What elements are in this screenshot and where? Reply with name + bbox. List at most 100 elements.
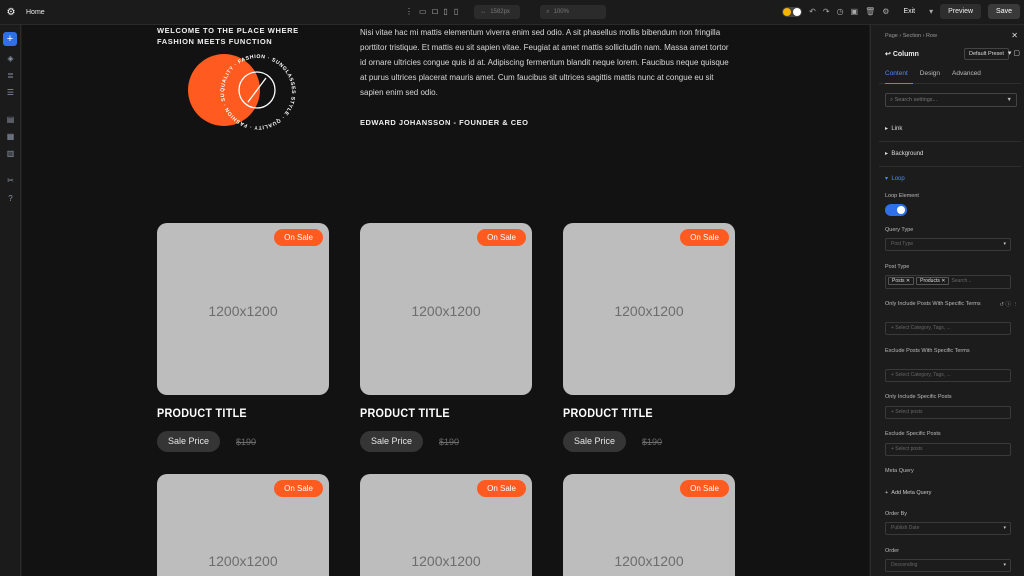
add-element-button[interactable]: + (3, 32, 17, 46)
product-image[interactable]: 1200x1200 On Sale (563, 474, 735, 576)
top-toolbar: ⚙ Home ⋮ ▭ □ ▯ ▯ ↔ 1582px ⌕ 100% ↶ ↷ ◷ ▣ 🗑… (0, 0, 1024, 25)
theme-toggle[interactable] (782, 6, 803, 17)
divider (879, 166, 1021, 167)
templates-icon[interactable]: ▦ (5, 131, 16, 142)
layers-icon[interactable]: ◈ (5, 53, 16, 64)
product-title[interactable]: PRODUCT TITLE (360, 406, 515, 420)
help-icon[interactable]: ? (5, 193, 16, 204)
price-row: Sale Price $190 (157, 431, 329, 452)
product-title[interactable]: PRODUCT TITLE (157, 406, 312, 420)
product-image[interactable]: 1200x1200 On Sale (157, 223, 329, 395)
loop-element-toggle[interactable] (885, 204, 907, 216)
save-button[interactable]: Save (988, 4, 1020, 19)
on-sale-badge: On Sale (477, 229, 526, 246)
chevron-down-icon: ▾ (1003, 241, 1006, 247)
phone-icon[interactable]: ▯ (454, 5, 458, 19)
save-file-icon[interactable]: ▣ (851, 5, 859, 19)
on-sale-badge: On Sale (477, 480, 526, 497)
product-card[interactable]: 1200x1200 On Sale PRODUCT TITLE Sale Pri… (563, 223, 735, 452)
only-terms-input[interactable]: + Select Category, Tags, ... (885, 322, 1011, 335)
settings-icon[interactable]: ⚙ (882, 5, 889, 19)
exclude-terms-label: Exclude Posts With Specific Terms (885, 348, 970, 354)
settings-panel: Page › Section › Row ✕ ↩ Column Default … (870, 25, 1024, 576)
database-icon[interactable]: ≣ (5, 70, 16, 81)
sale-price: Sale Price (563, 431, 627, 452)
more-vertical-icon[interactable]: ⋮ (405, 5, 413, 19)
field-actions-icon[interactable]: ↺ ⓘ ⋮ (999, 300, 1018, 308)
trash-icon[interactable]: 🗑 (865, 5, 875, 19)
active-tab-indicator (885, 83, 913, 84)
chevron-right-icon: ▸ (885, 126, 889, 132)
price-row: Sale Price $190 (360, 431, 532, 452)
only-posts-input[interactable]: + Select posts (885, 406, 1011, 419)
order-select[interactable]: Descending ▾ (885, 559, 1011, 572)
chevron-right-icon: ▸ (885, 151, 889, 157)
settings-search-input[interactable]: ⌕ Search settings... ▼ (885, 93, 1017, 107)
back-arrow-icon[interactable]: ↩ (885, 51, 891, 58)
testimonial-author: EDWARD JOHANSSON - FOUNDER & CEO (360, 118, 529, 127)
exclude-posts-input[interactable]: + Select posts (885, 443, 1011, 456)
preset-select[interactable]: Default Preset (964, 48, 1009, 60)
add-meta-query-button[interactable]: + Add Meta Query (885, 489, 985, 497)
history-icon[interactable]: ◷ (837, 5, 844, 19)
product-card[interactable]: 1200x1200 On Sale (157, 474, 329, 576)
chip-products[interactable]: Products ✕ (916, 277, 950, 285)
order-by-select[interactable]: Publish Date ▾ (885, 522, 1011, 535)
gear-icon[interactable]: ⚙ (4, 5, 18, 19)
old-price: $190 (642, 436, 663, 447)
tab-advanced[interactable]: Advanced (952, 70, 981, 77)
tools-icon[interactable]: ✂ (5, 175, 16, 186)
tab-design[interactable]: Design (920, 70, 940, 77)
device-controls: ⋮ ▭ □ ▯ ▯ ↔ 1582px ⌕ 100% (405, 5, 607, 19)
product-title[interactable]: PRODUCT TITLE (563, 406, 718, 420)
product-image[interactable]: 1200x1200 On Sale (563, 223, 735, 395)
desktop-icon[interactable]: □ (433, 5, 438, 19)
product-card[interactable]: 1200x1200 On Sale (360, 474, 532, 576)
product-card[interactable]: 1200x1200 On Sale (563, 474, 735, 576)
only-posts-label: Only Include Specific Posts (885, 394, 952, 400)
panel-tabs: Content Design Advanced (885, 70, 981, 77)
order-label: Order (885, 548, 900, 554)
search-icon: ⌕ (546, 8, 550, 15)
undo-icon[interactable]: ↶ (809, 5, 816, 19)
chevron-down-icon[interactable]: ▾ (929, 5, 933, 19)
post-type-select[interactable]: Posts ✕ Products ✕ Search... (885, 275, 1011, 289)
on-sale-badge: On Sale (274, 229, 323, 246)
old-price: $190 (439, 436, 460, 447)
tablet-icon[interactable]: ▯ (443, 5, 447, 19)
filter-icon[interactable]: ▼ (1007, 94, 1012, 106)
breadcrumb[interactable]: Page › Section › Row (885, 33, 937, 39)
product-card[interactable]: 1200x1200 On Sale PRODUCT TITLE Sale Pri… (360, 223, 532, 452)
desktop-wide-icon[interactable]: ▭ (419, 5, 427, 19)
width-input[interactable]: ↔ 1582px (474, 5, 521, 19)
preview-button[interactable]: Preview (940, 4, 982, 19)
preset-options-icon[interactable]: ▾ ▢ (1008, 49, 1020, 57)
tab-content[interactable]: Content (885, 70, 908, 77)
product-image[interactable]: 1200x1200 On Sale (360, 474, 532, 576)
product-card[interactable]: 1200x1200 On Sale PRODUCT TITLE Sale Pri… (157, 223, 329, 452)
section-loop[interactable]: ▾ Loop (885, 175, 905, 182)
page-canvas: WELCOME TO THE PLACE WHERE FASHION MEETS… (22, 25, 869, 576)
loop-element-label: Loop Element (885, 193, 919, 199)
on-sale-badge: On Sale (274, 480, 323, 497)
sale-price: Sale Price (360, 431, 424, 452)
exclude-posts-label: Exclude Specific Posts (885, 431, 941, 437)
product-image[interactable]: 1200x1200 On Sale (360, 223, 532, 395)
exit-button[interactable]: Exit (896, 4, 922, 19)
zoom-input[interactable]: ⌕ 100% (540, 5, 607, 19)
redo-icon[interactable]: ↷ (823, 5, 830, 19)
sliders-icon[interactable]: ☰ (5, 87, 16, 98)
product-image[interactable]: 1200x1200 On Sale (157, 474, 329, 576)
close-icon[interactable]: ✕ (1011, 31, 1018, 40)
exclude-terms-input[interactable]: + Select Category, Tags, ... (885, 369, 1011, 382)
width-icon: ↔ (480, 9, 487, 15)
brand-badge: QUALITY · FASHION · SUNGLASSES STYLE · Q… (184, 48, 300, 132)
section-background[interactable]: ▸ Background (885, 150, 923, 157)
library-icon[interactable]: ▥ (5, 148, 16, 159)
query-type-select[interactable]: Post Type ▾ (885, 238, 1011, 251)
page-icon[interactable]: ▤ (5, 114, 16, 125)
hero-headline: WELCOME TO THE PLACE WHERE FASHION MEETS… (157, 26, 299, 46)
section-link[interactable]: ▸ Link (885, 125, 902, 132)
chip-posts[interactable]: Posts ✕ (888, 277, 915, 285)
meta-query-label: Meta Query (885, 468, 914, 474)
